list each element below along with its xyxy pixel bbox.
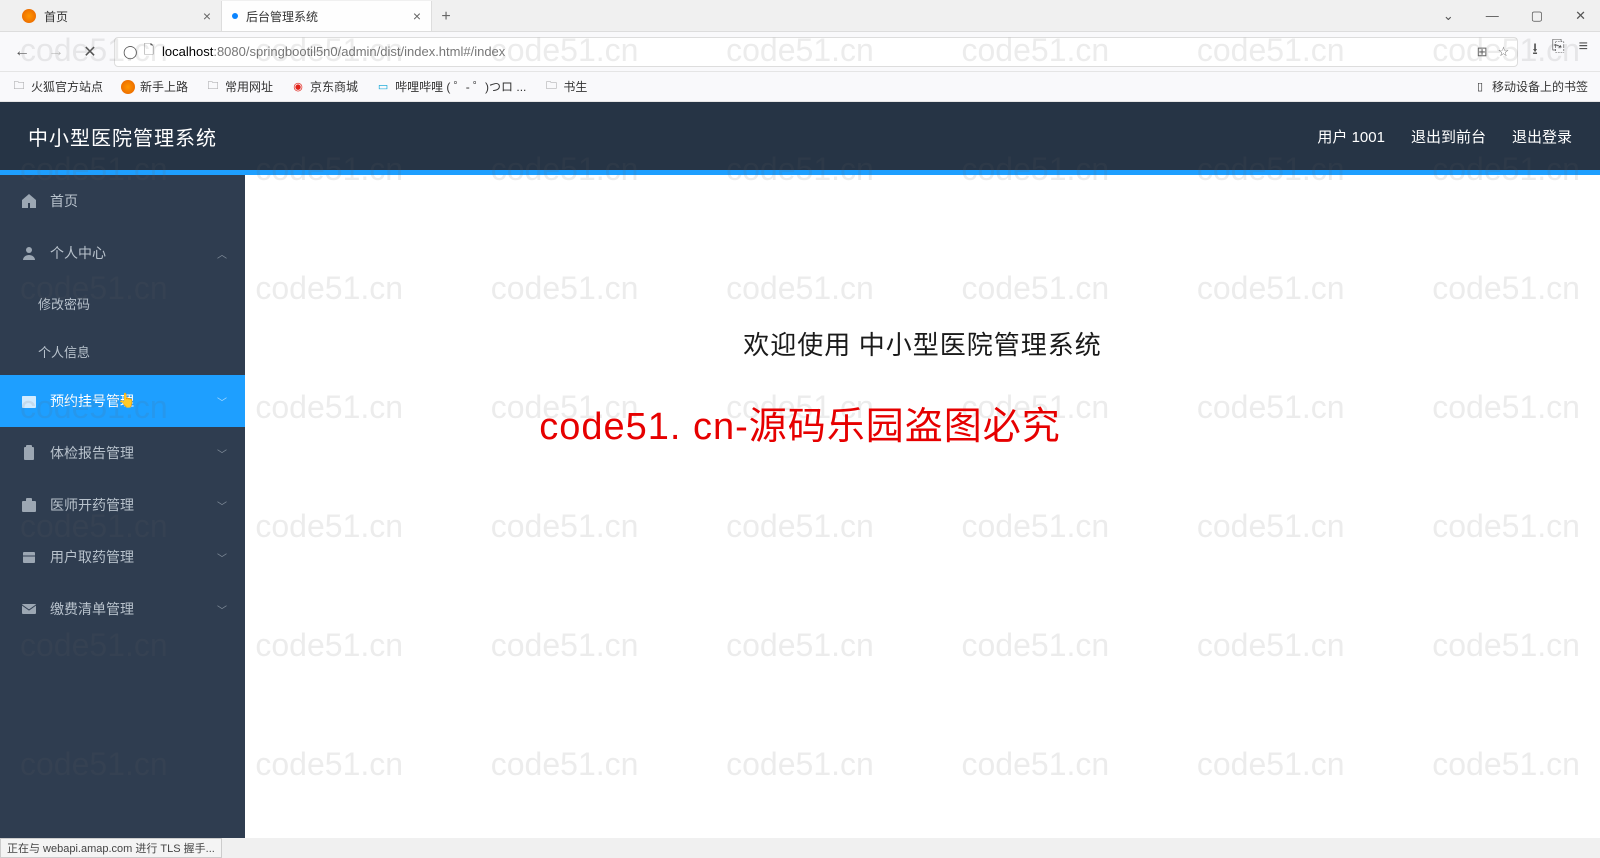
bookmark-item[interactable]: 🗀书生	[544, 78, 587, 95]
window-controls: ⌄ — ▢ ✕	[1437, 4, 1592, 28]
sidebar-label: 个人中心	[50, 243, 106, 263]
status-bar: 正在与 webapi.amap.com 进行 TLS 握手...	[0, 838, 222, 858]
nav-back-button[interactable]: ←	[12, 43, 32, 61]
download-icon[interactable]: ⭳	[1532, 38, 1538, 65]
nav-stop-button[interactable]: ✕	[80, 42, 100, 62]
bookmarks-bar: 🗀火狐官方站点 新手上路 🗀常用网址 ◉京东商城 ▭哔哩哔哩 ( ゜- ゜)つロ…	[0, 72, 1600, 102]
jd-icon: ◉	[291, 80, 305, 94]
tab-title: 后台管理系统	[246, 8, 318, 25]
browser-nav-bar: ← → ✕ ◯ 🗋 localhost :8080/springbootil5n…	[0, 32, 1600, 72]
chevron-up-icon: ︿	[217, 246, 227, 261]
box-icon	[20, 549, 38, 565]
browser-tab-1[interactable]: 后台管理系统 ×	[222, 1, 432, 31]
home-icon	[20, 193, 38, 209]
sidebar-label: 缴费清单管理	[50, 599, 134, 619]
tab-close-icon[interactable]: ×	[203, 8, 211, 24]
page-info-icon[interactable]: 🗋	[144, 41, 154, 63]
chevron-down-icon: ﹀	[217, 550, 227, 565]
app-header: 中小型医院管理系统 用户 1001 退出到前台 退出登录	[0, 102, 1600, 170]
user-icon	[20, 245, 38, 261]
browser-tab-0[interactable]: 首页 ×	[12, 1, 222, 31]
medkit-icon	[20, 497, 38, 513]
folder-icon: 🗀	[544, 80, 558, 94]
bookmark-item[interactable]: 新手上路	[121, 78, 188, 95]
url-bar[interactable]: ◯ 🗋 localhost :8080/springbootil5n0/admi…	[114, 37, 1518, 67]
bookmark-item[interactable]: ▭哔哩哔哩 ( ゜- ゜)つロ ...	[376, 78, 526, 95]
url-path: :8080/springbootil5n0/admin/dist/index.h…	[213, 44, 505, 59]
window-maximize-button[interactable]: ▢	[1525, 4, 1549, 28]
sidebar-label: 医师开药管理	[50, 495, 134, 515]
sidebar-item-home[interactable]: 首页	[0, 175, 245, 227]
chevron-down-icon: ﹀	[217, 602, 227, 617]
browser-tab-strip: 首页 × 后台管理系统 × + ⌄ — ▢ ✕	[0, 0, 1600, 32]
sidebar-item-prescription[interactable]: 医师开药管理 ﹀	[0, 479, 245, 531]
exit-to-front-button[interactable]: 退出到前台	[1411, 126, 1486, 147]
bookmark-item[interactable]: 🗀火狐官方站点	[12, 78, 103, 95]
app-title: 中小型医院管理系统	[28, 122, 217, 151]
folder-icon: 🗀	[206, 80, 220, 94]
sidebar-label: 首页	[50, 191, 78, 211]
sidebar-item-change-password[interactable]: 修改密码	[0, 279, 245, 327]
bookmark-item[interactable]: ◉京东商城	[291, 78, 358, 95]
sidebar-item-pickup[interactable]: 用户取药管理 ﹀	[0, 531, 245, 583]
sidebar-item-billing[interactable]: 缴费清单管理 ﹀	[0, 583, 245, 635]
sidebar-label: 用户取药管理	[50, 547, 134, 567]
chevron-down-icon: ﹀	[217, 498, 227, 513]
sidebar-label: 修改密码	[38, 294, 90, 313]
sidebar-item-personal[interactable]: 个人中心 ︿	[0, 227, 245, 279]
tab-close-icon[interactable]: ×	[413, 8, 421, 24]
bilibili-icon: ▭	[376, 80, 390, 94]
watermark-copyright: code51. cn-源码乐园盗图必究	[0, 395, 1600, 450]
shield-icon[interactable]: ◯	[123, 44, 138, 60]
window-minimize-button[interactable]: —	[1480, 4, 1505, 28]
firefox-icon	[121, 80, 135, 94]
main-content: 欢迎使用 中小型医院管理系统	[245, 175, 1600, 838]
bookmark-star-icon[interactable]: ☆	[1498, 44, 1510, 60]
sidebar-item-profile[interactable]: 个人信息	[0, 327, 245, 375]
user-label[interactable]: 用户 1001	[1317, 126, 1385, 147]
extension-icon[interactable]: ⎘	[1552, 38, 1565, 65]
nav-forward-button[interactable]: →	[46, 43, 66, 61]
folder-icon: 🗀	[12, 80, 26, 94]
welcome-heading: 欢迎使用 中小型医院管理系统	[743, 325, 1102, 362]
tab-title: 首页	[44, 8, 68, 25]
hamburger-menu-icon[interactable]: ≡	[1579, 38, 1588, 65]
sidebar: 首页 个人中心 ︿ 修改密码 个人信息 预约挂号管理 ﹀ 体检报告管理 ﹀ 医师…	[0, 175, 245, 838]
mobile-bookmarks-button[interactable]: ▯移动设备上的书签	[1473, 78, 1588, 95]
url-host: localhost	[162, 44, 213, 59]
logout-button[interactable]: 退出登录	[1512, 126, 1572, 147]
new-tab-button[interactable]: +	[432, 3, 460, 31]
loading-dot-icon	[232, 13, 238, 19]
mail-icon	[20, 601, 38, 617]
bookmark-item[interactable]: 🗀常用网址	[206, 78, 273, 95]
status-text: 正在与 webapi.amap.com 进行 TLS 握手...	[7, 840, 215, 856]
firefox-favicon-icon	[22, 9, 36, 23]
qr-icon[interactable]: ⊞	[1477, 44, 1488, 60]
window-close-button[interactable]: ✕	[1569, 4, 1592, 28]
sidebar-label: 个人信息	[38, 342, 90, 361]
window-dropdown-icon[interactable]: ⌄	[1437, 4, 1460, 28]
mobile-icon: ▯	[1473, 80, 1487, 94]
